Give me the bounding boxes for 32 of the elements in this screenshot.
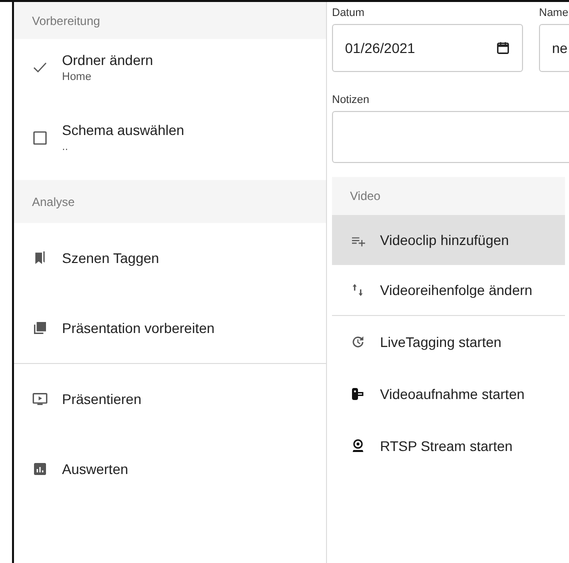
section-header: Video — [332, 177, 565, 215]
checkbox[interactable] — [32, 130, 48, 146]
section-header: Vorbereitung — [14, 2, 326, 39]
menu-item[interactable]: Videoaufnahme starten — [332, 368, 565, 420]
field-label: Datum — [332, 7, 366, 19]
menu-item[interactable]: LiveTagging starten — [332, 316, 565, 368]
notes-field[interactable] — [332, 111, 569, 163]
tv-play-icon — [32, 391, 48, 407]
menu-item[interactable]: Präsentation vorbereiten — [14, 293, 326, 363]
menu-item[interactable]: Auswerten — [14, 434, 326, 504]
menu-item[interactable]: Videoreihenfolge ändern — [332, 265, 565, 315]
menu-item[interactable]: Videoclip hinzufügen — [332, 215, 565, 265]
menu-item[interactable]: Präsentieren — [14, 364, 326, 434]
field-label: Notizen — [332, 94, 370, 106]
webcam-icon — [350, 438, 366, 454]
bar-chart-icon — [32, 461, 48, 477]
step-item[interactable]: Ordner ändern Home — [14, 39, 326, 95]
menu-item[interactable]: Szenen Taggen — [14, 223, 326, 293]
clock-refresh-icon — [350, 334, 366, 350]
section-header: Analyse — [14, 180, 326, 223]
item-label: Ordner ändern — [62, 52, 154, 68]
item-value: Home — [62, 70, 92, 82]
item-value: .. — [62, 141, 70, 153]
field-label: Name — [539, 7, 569, 19]
name-field[interactable]: ne — [539, 24, 569, 72]
collection-icon — [32, 320, 48, 336]
calendar-icon — [496, 41, 510, 55]
step-item[interactable]: Schema auswählen .. — [14, 95, 326, 180]
date-field[interactable]: 01/26/2021 — [332, 24, 523, 72]
camcorder-icon — [350, 386, 366, 402]
menu-item[interactable]: RTSP Stream starten — [332, 420, 565, 472]
item-label: Schema auswählen — [62, 122, 184, 138]
